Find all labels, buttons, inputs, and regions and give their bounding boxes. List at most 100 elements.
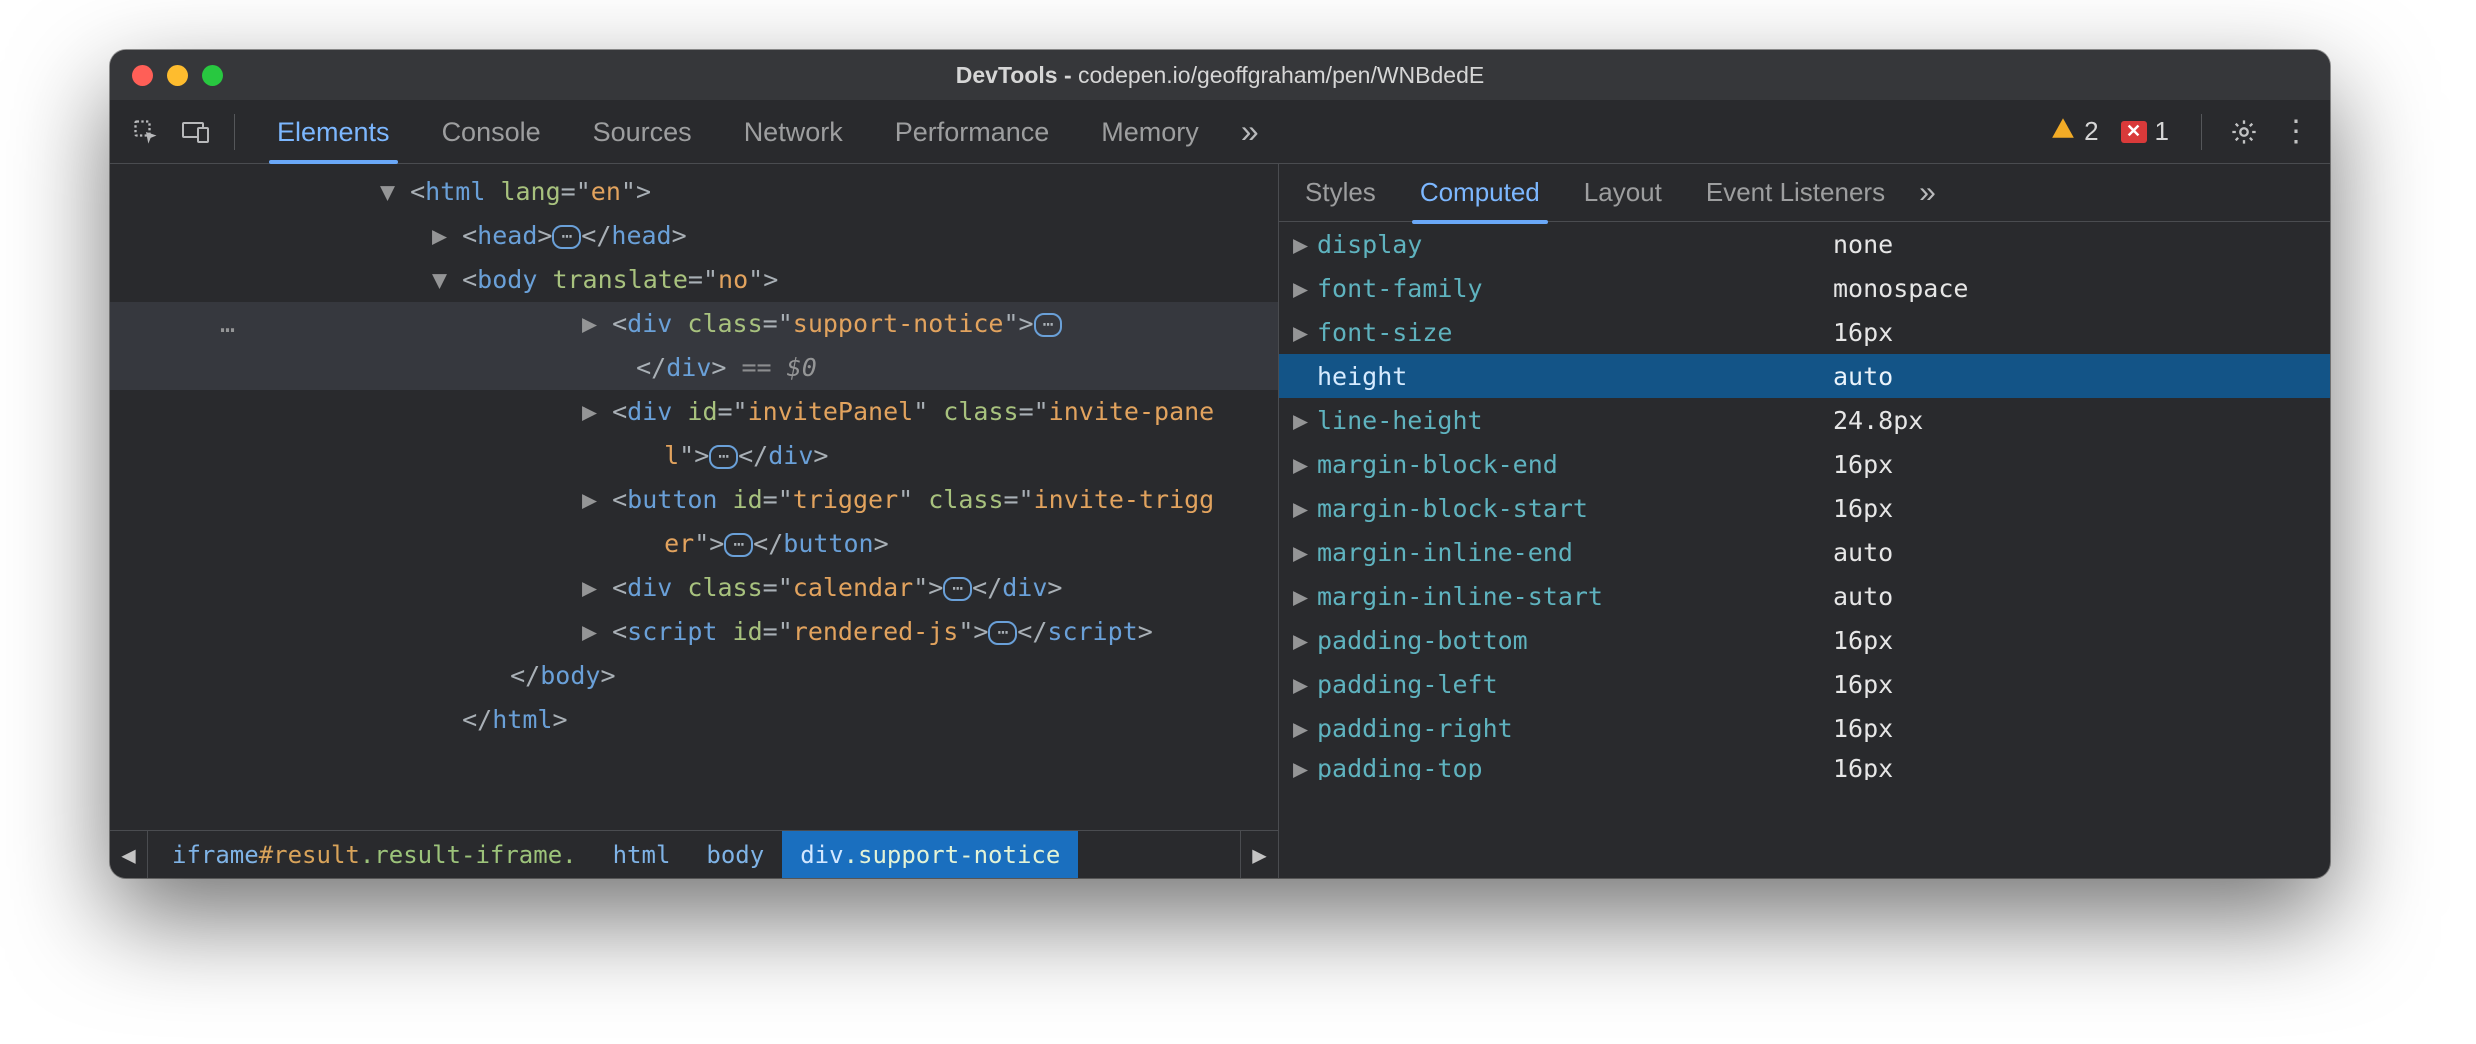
token-tagc: html (492, 705, 552, 734)
token-punc: =" (718, 397, 748, 426)
token-punc: "> (679, 441, 709, 470)
computed-property-row[interactable]: ▶line-height24.8px (1279, 398, 2330, 442)
expand-caret-icon[interactable]: ▶ (582, 485, 612, 514)
panel-tab-elements[interactable]: Elements (251, 103, 416, 161)
settings-icon[interactable] (2224, 112, 2264, 152)
computed-property-row[interactable]: ▶margin-inline-endauto (1279, 530, 2330, 574)
computed-property-row[interactable]: ▶margin-block-start16px (1279, 486, 2330, 530)
computed-property-row[interactable]: heightauto (1279, 354, 2330, 398)
expand-caret-icon[interactable]: ▶ (432, 221, 462, 250)
dom-line[interactable]: ▶ <div id="invitePanel" class="invite-pa… (110, 390, 1278, 434)
main-split: ▼ <html lang="en">▶ <head>⋯</head>▼ <bod… (110, 164, 2330, 878)
computed-property-row[interactable]: ▶margin-block-end16px (1279, 442, 2330, 486)
dom-tree[interactable]: ▼ <html lang="en">▶ <head>⋯</head>▼ <bod… (110, 164, 1278, 830)
panel-tab-memory[interactable]: Memory (1075, 103, 1225, 161)
token-attrv: calendar (793, 573, 913, 602)
collapsed-ellipsis-icon[interactable]: ⋯ (943, 577, 972, 601)
device-toolbar-icon[interactable] (174, 110, 218, 154)
collapsed-ellipsis-icon[interactable]: ⋯ (552, 225, 581, 249)
breadcrumb-item[interactable]: div.support-notice (782, 831, 1078, 878)
sidebar-tab-computed[interactable]: Computed (1398, 165, 1562, 220)
token-attrv: er (664, 529, 694, 558)
breadcrumbs-next-button[interactable]: ▶ (1240, 831, 1278, 878)
sidebar-tab-layout[interactable]: Layout (1562, 165, 1684, 220)
dom-line[interactable]: ▼ <body translate="no"> (110, 258, 1278, 302)
token-punc: "> (913, 573, 943, 602)
computed-property-row[interactable]: ▶padding-top16px (1279, 750, 2330, 780)
dom-line[interactable]: l">⋯</div> (110, 434, 1278, 478)
sidebar-tab-styles[interactable]: Styles (1283, 165, 1398, 220)
expand-caret-icon[interactable]: ▼ (380, 177, 410, 206)
computed-property-row[interactable]: ▶displaynone (1279, 222, 2330, 266)
expand-caret-icon[interactable]: ▶ (1293, 230, 1317, 259)
dom-line[interactable]: </body> (110, 654, 1278, 698)
expand-caret-icon[interactable]: ▼ (432, 265, 462, 294)
collapsed-ellipsis-icon[interactable]: ⋯ (988, 621, 1017, 645)
minimize-window-button[interactable] (167, 65, 188, 86)
errors-badge[interactable]: ✕ 1 (2121, 116, 2169, 147)
computed-property-row[interactable]: ▶padding-right16px (1279, 706, 2330, 750)
collapsed-ellipsis-icon[interactable]: ⋯ (709, 445, 738, 469)
dom-line[interactable]: ▶ <head>⋯</head> (110, 214, 1278, 258)
more-sidebar-tabs-button[interactable]: » (1911, 176, 1944, 210)
devtools-window: DevTools - codepen.io/geoffgraham/pen/WN… (110, 50, 2330, 878)
computed-property-row[interactable]: ▶padding-bottom16px (1279, 618, 2330, 662)
expand-caret-icon[interactable]: ▶ (582, 397, 612, 426)
breadcrumb-item[interactable]: body (688, 831, 782, 878)
expand-caret-icon[interactable]: ▶ (1293, 670, 1317, 699)
styles-sidebar: StylesComputedLayoutEvent Listeners» ▶di… (1278, 164, 2330, 878)
expand-caret-icon[interactable]: ▶ (1293, 406, 1317, 435)
expand-caret-icon[interactable]: ▶ (1293, 582, 1317, 611)
token-punc (672, 573, 687, 602)
panel-tab-sources[interactable]: Sources (567, 103, 718, 161)
warnings-badge[interactable]: 2 (2050, 116, 2098, 147)
expand-caret-icon[interactable]: ▶ (582, 573, 612, 602)
computed-property-row[interactable]: ▶font-size16px (1279, 310, 2330, 354)
more-panels-button[interactable]: » (1231, 113, 1269, 150)
window-title: DevTools - codepen.io/geoffgraham/pen/WN… (110, 62, 2330, 89)
caret-spacer (634, 529, 664, 558)
breadcrumbs-prev-button[interactable]: ◀ (110, 831, 148, 878)
expand-caret-icon[interactable]: ▶ (1293, 494, 1317, 523)
sidebar-tab-event-listeners[interactable]: Event Listeners (1684, 165, 1907, 220)
expand-caret-icon[interactable]: ▶ (582, 309, 612, 338)
expand-caret-icon[interactable]: ▶ (582, 617, 612, 646)
expand-caret-icon[interactable]: ▶ (1293, 538, 1317, 567)
breadcrumb-item[interactable]: html (595, 831, 689, 878)
collapsed-ellipsis-icon[interactable]: ⋯ (724, 533, 753, 557)
inspect-element-icon[interactable] (124, 110, 168, 154)
token-punc: </ (636, 353, 666, 382)
panel-tab-performance[interactable]: Performance (869, 103, 1076, 161)
dom-line[interactable]: er">⋯</button> (110, 522, 1278, 566)
dom-line[interactable]: ▶ <button id="trigger" class="invite-tri… (110, 478, 1278, 522)
computed-property-row[interactable]: ▶font-familymonospace (1279, 266, 2330, 310)
overflow-indicator: … (220, 302, 235, 346)
dom-line[interactable]: ▶ <script id="rendered-js">⋯</script> (110, 610, 1278, 654)
caret-spacer (432, 705, 462, 734)
panel-tab-console[interactable]: Console (416, 103, 567, 161)
expand-caret-icon[interactable]: ▶ (1293, 714, 1317, 743)
expand-caret-icon[interactable]: ▶ (1293, 274, 1317, 303)
computed-property-row[interactable]: ▶padding-left16px (1279, 662, 2330, 706)
expand-caret-icon[interactable]: ▶ (1293, 754, 1317, 780)
maximize-window-button[interactable] (202, 65, 223, 86)
computed-properties-list[interactable]: ▶displaynone▶font-familymonospace▶font-s… (1279, 222, 2330, 878)
breadcrumb-item[interactable]: iframe#result.result-iframe. (154, 831, 595, 878)
dom-line[interactable]: </html> (110, 698, 1278, 742)
computed-property-row[interactable]: ▶margin-inline-startauto (1279, 574, 2330, 618)
expand-caret-icon[interactable]: ▶ (1293, 626, 1317, 655)
property-value: 16px (1813, 318, 1893, 347)
dom-line[interactable]: ▼ <html lang="en"> (110, 170, 1278, 214)
dom-line[interactable]: ▶ <div class="calendar">⋯</div> (110, 566, 1278, 610)
panel-tab-network[interactable]: Network (718, 103, 869, 161)
expand-caret-icon[interactable]: ▶ (1293, 318, 1317, 347)
token-tagc: head (611, 221, 671, 250)
token-punc: < (612, 485, 627, 514)
expand-caret-icon[interactable]: ▶ (1293, 450, 1317, 479)
dom-line[interactable]: …▶ <div class="support-notice">⋯ (110, 302, 1278, 346)
panel-tabs: ElementsConsoleSourcesNetworkPerformance… (251, 103, 1225, 161)
more-options-icon[interactable]: ⋮ (2276, 112, 2316, 152)
collapsed-ellipsis-icon[interactable]: ⋯ (1034, 313, 1063, 337)
dom-line[interactable]: </div> == $0 (110, 346, 1278, 390)
close-window-button[interactable] (132, 65, 153, 86)
